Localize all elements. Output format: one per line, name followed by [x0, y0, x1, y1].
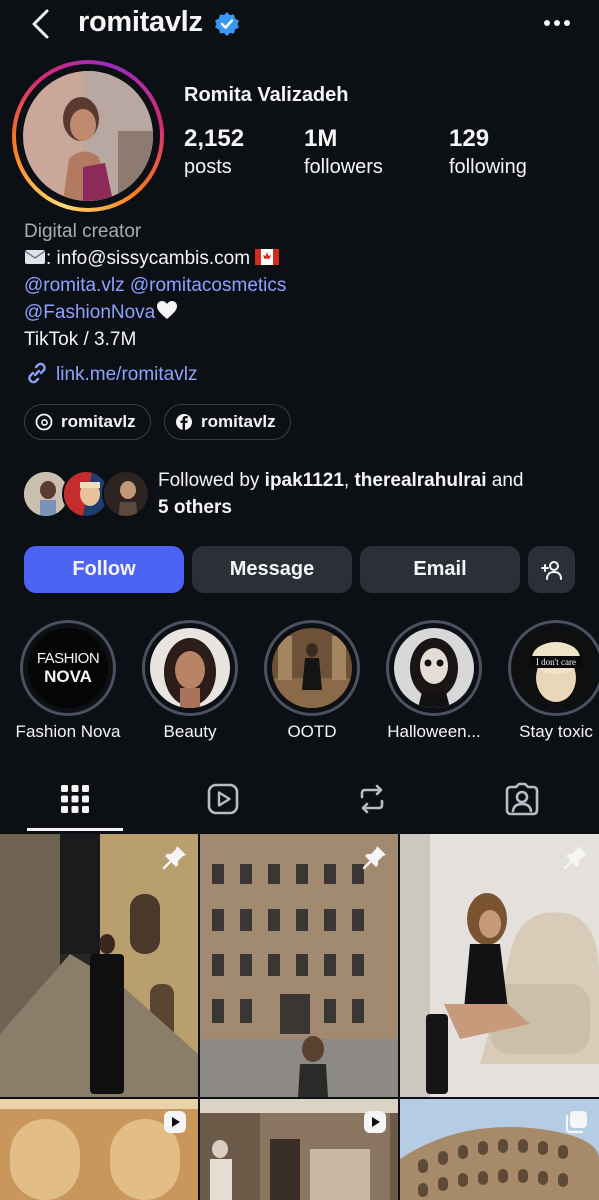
username: romitavlz — [78, 6, 203, 38]
pinned-icon — [162, 846, 186, 870]
highlight-label: OOTD — [287, 722, 337, 741]
followers-stat[interactable]: 1M followers — [304, 124, 383, 180]
threads-chip-label: romitavlz — [61, 412, 136, 431]
top-bar: romitavlz — [0, 0, 599, 52]
highlight-halloween[interactable]: Halloween... — [386, 620, 482, 741]
facebook-chip-label: romitavlz — [201, 412, 276, 431]
following-stat[interactable]: 129 following — [449, 124, 527, 180]
facebook-icon — [176, 414, 192, 430]
mention-romita-vlz[interactable]: @romita.vlz — [24, 275, 125, 296]
category-label: Digital creator — [24, 221, 142, 242]
followed-by-sep: , — [343, 470, 355, 491]
highlight-fashion-nova[interactable]: FASHION NOVA Fashion Nova — [16, 620, 120, 741]
story-ring[interactable] — [12, 60, 164, 212]
bio-tiktok: TikTok / 3.7M — [24, 329, 137, 350]
post-thumbnail[interactable] — [200, 834, 398, 1097]
pinned-icon — [362, 846, 386, 870]
fashion-nova-logo-top: FASHION — [36, 649, 100, 667]
fashion-nova-logo-bottom: NOVA — [44, 666, 92, 686]
following-label: following — [449, 156, 527, 178]
highlight-label: Halloween... — [387, 722, 481, 741]
post-thumbnail[interactable] — [200, 1099, 398, 1200]
highlight-label: Stay toxic — [519, 722, 593, 741]
highlight-label: Fashion Nova — [15, 722, 121, 741]
posts-stat[interactable]: 2,152 posts — [184, 124, 244, 180]
profile-tab-bar — [0, 772, 599, 832]
white-heart-icon — [157, 301, 178, 319]
tagged-icon[interactable] — [505, 782, 539, 816]
mention-romitacosmetics[interactable]: @romitacosmetics — [130, 275, 287, 296]
mutual-avatar[interactable] — [102, 470, 150, 518]
followers-label: followers — [304, 156, 383, 178]
reels-icon[interactable] — [206, 782, 240, 816]
threads-chip[interactable]: romitavlz — [24, 404, 151, 440]
highlight-label: Beauty — [163, 722, 217, 741]
followers-count: 1M — [304, 125, 338, 152]
highlight-stay-toxic[interactable]: I don't care Stay toxic — [508, 620, 599, 741]
post-thumbnail[interactable] — [400, 1099, 599, 1200]
posts-count: 2,152 — [184, 125, 245, 152]
email-button[interactable]: Email — [360, 546, 520, 593]
mutual-user-2: therealrahulrai — [354, 470, 487, 491]
post-thumbnail[interactable] — [400, 834, 599, 1097]
bio-link-line[interactable]: link.me/romitavlz — [24, 360, 197, 388]
grid-icon[interactable] — [58, 782, 92, 816]
followed-by-and: and — [486, 470, 524, 491]
reel-icon — [164, 1111, 186, 1133]
bio-fashionnova-line: @FashionNova — [24, 299, 179, 326]
facebook-chip[interactable]: romitavlz — [164, 404, 291, 440]
bio-email-line: : info@sissycambis.com — [24, 245, 280, 272]
stay-toxic-sign: I don't care — [535, 657, 577, 667]
reposts-icon[interactable] — [355, 782, 389, 816]
followed-by-text[interactable]: Followed by ipak1121, therealrahulrai an… — [158, 467, 578, 521]
suggested-users-button[interactable] — [528, 546, 575, 593]
posts-label: posts — [184, 156, 232, 178]
bio-email: : info@sissycambis.com — [46, 248, 251, 269]
followed-by-prefix: Followed by — [158, 470, 265, 491]
highlight-beauty[interactable]: Beauty — [142, 620, 238, 741]
pinned-icon — [563, 846, 587, 870]
add-person-icon — [540, 560, 562, 580]
verified-badge-icon — [215, 12, 239, 36]
more-options-icon[interactable] — [543, 18, 571, 28]
mention-fashionnova[interactable]: @FashionNova — [24, 302, 155, 323]
back-arrow-icon[interactable] — [26, 6, 56, 42]
link-icon — [28, 362, 46, 384]
full-name: Romita Valizadeh — [184, 84, 349, 106]
email-emoji-icon — [24, 250, 46, 264]
follow-button[interactable]: Follow — [24, 546, 184, 593]
mutual-user-1: ipak1121 — [264, 470, 344, 491]
mutual-others: 5 others — [158, 497, 232, 518]
following-count: 129 — [449, 125, 490, 152]
bio-link[interactable]: link.me/romitavlz — [56, 364, 197, 385]
post-thumbnail[interactable] — [0, 834, 198, 1097]
profile-avatar[interactable] — [23, 71, 153, 201]
highlight-ootd[interactable]: OOTD — [264, 620, 360, 741]
message-button[interactable]: Message — [192, 546, 352, 593]
reel-icon — [364, 1111, 386, 1133]
canada-flag-icon — [255, 249, 280, 265]
bio-mentions-line: @romita.vlz @romitacosmetics — [24, 272, 286, 299]
threads-icon — [35, 413, 53, 431]
carousel-icon — [565, 1111, 587, 1134]
post-thumbnail[interactable] — [0, 1099, 198, 1200]
active-tab-indicator — [27, 828, 123, 831]
